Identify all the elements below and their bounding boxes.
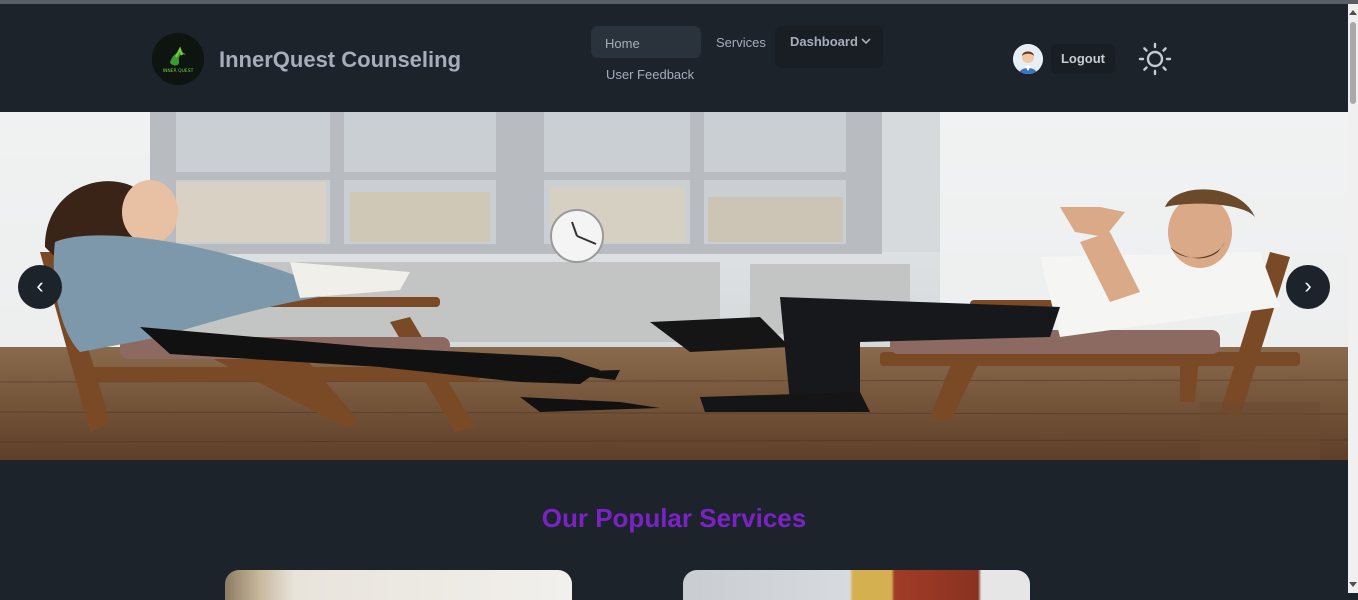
chevron-down-icon (861, 38, 871, 45)
section-title: Our Popular Services (541, 503, 807, 533)
svg-text:INNER QUEST: INNER QUEST (163, 68, 194, 74)
brand-name[interactable]: InnerQuest Counseling (219, 47, 461, 73)
service-card-image[interactable] (225, 570, 572, 600)
carousel-next-button[interactable]: › (1286, 265, 1330, 309)
logo[interactable]: INNER QUEST (152, 33, 204, 85)
scrollbar-thumb[interactable] (1350, 22, 1356, 104)
carousel-prev-button[interactable]: ‹ (18, 265, 62, 309)
scroll-down-icon[interactable] (1349, 582, 1357, 587)
hero-carousel-image (0, 112, 1348, 460)
navbar: INNER QUEST InnerQuest Counseling Home S… (0, 4, 1348, 112)
logout-button[interactable]: Logout (1051, 44, 1115, 74)
service-card-image[interactable] (683, 570, 1030, 600)
vertical-scrollbar[interactable] (1348, 4, 1358, 593)
scroll-up-icon[interactable] (1349, 10, 1357, 15)
nav-services[interactable]: Services (716, 35, 766, 50)
nav-user-feedback[interactable]: User Feedback (606, 67, 694, 82)
nav-dashboard-dropdown[interactable]: Dashboard (775, 26, 883, 68)
sun-icon[interactable] (1138, 42, 1172, 76)
user-avatar-icon[interactable] (1013, 44, 1043, 74)
nav-dashboard-label: Dashboard (790, 34, 858, 49)
nav-home[interactable]: Home (591, 26, 701, 58)
